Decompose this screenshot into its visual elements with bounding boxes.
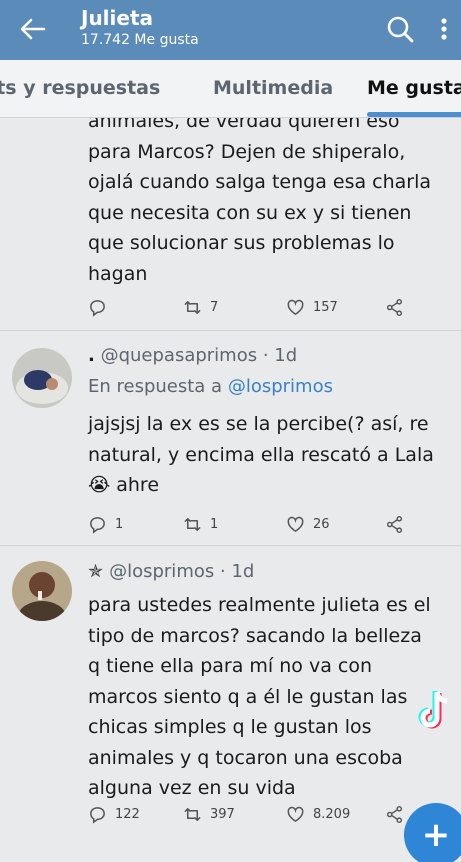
retweet-button[interactable]: 7 xyxy=(183,298,218,317)
heart-icon xyxy=(287,516,304,533)
tweet-text: jajsjsj la ex es se la percibe(? así, re… xyxy=(88,413,434,496)
like-button[interactable]: 26 xyxy=(286,515,330,534)
reply-icon xyxy=(90,807,105,824)
compose-tweet-button[interactable]: + xyxy=(404,803,461,862)
reply-icon xyxy=(90,517,105,534)
tweet-actions: 1 1 26 xyxy=(88,515,448,539)
tweet-text: animales, de verdad quieren eso para Mar… xyxy=(88,118,432,285)
tweet[interactable]: . @quepasaprimos · 1d En respuesta a @lo… xyxy=(0,332,461,546)
retweet-button[interactable]: 397 xyxy=(183,805,235,824)
tab-likes[interactable]: Me gusta xyxy=(367,77,461,99)
reply-icon xyxy=(90,300,105,317)
tab-multimedia[interactable]: Multimedia xyxy=(213,77,333,99)
feed[interactable]: animales, de verdad quieren eso para Mar… xyxy=(0,118,461,862)
reply-button[interactable]: 1 xyxy=(88,515,123,534)
profile-header: Julieta 17.742 Me gusta xyxy=(81,6,199,48)
retweet-icon xyxy=(184,301,201,314)
share-button[interactable] xyxy=(385,515,412,534)
mention-link[interactable]: @losprimos xyxy=(228,376,333,397)
like-button[interactable]: 8.209 xyxy=(286,805,350,824)
tweet[interactable]: animales, de verdad quieren eso para Mar… xyxy=(0,118,461,331)
active-tab-indicator xyxy=(367,112,461,117)
retweet-icon xyxy=(184,518,201,531)
profile-tabs: Tweets y respuestas Multimedia Me gusta xyxy=(0,60,461,118)
share-button[interactable] xyxy=(385,298,412,317)
tweet-handle[interactable]: @quepasaprimos xyxy=(101,345,258,366)
tiktok-logo-icon xyxy=(415,688,455,734)
reply-button[interactable] xyxy=(88,298,115,317)
top-bar: Julieta 17.742 Me gusta xyxy=(0,0,461,60)
tweet-time: 1d xyxy=(231,561,255,582)
more-options-icon[interactable] xyxy=(430,13,458,45)
tweet-header: ✯ @losprimos · 1d xyxy=(88,561,255,582)
pentagram-icon: ✯ xyxy=(88,561,104,582)
retweet-icon xyxy=(184,808,201,821)
reply-button[interactable]: 122 xyxy=(88,805,140,824)
tab-tweets-replies[interactable]: Tweets y respuestas xyxy=(0,77,160,99)
share-icon xyxy=(386,515,403,534)
back-arrow-icon[interactable] xyxy=(18,14,48,44)
reply-context: En respuesta a @losprimos xyxy=(88,376,333,397)
tweet-actions: 122 397 8.209 xyxy=(88,805,448,829)
avatar[interactable] xyxy=(12,561,72,621)
tweet-text: para ustedes realmente julieta es el tip… xyxy=(88,594,431,799)
heart-icon xyxy=(287,299,304,316)
tweet-time: 1d xyxy=(274,345,298,366)
share-icon xyxy=(386,298,403,317)
crying-emoji: 😭 xyxy=(88,474,111,496)
tweet-header: . @quepasaprimos · 1d xyxy=(88,345,298,366)
share-icon xyxy=(386,805,403,824)
heart-icon xyxy=(287,806,304,823)
profile-name: Julieta xyxy=(81,6,154,30)
search-icon[interactable] xyxy=(384,13,416,45)
tweet-actions: 7 157 xyxy=(88,298,448,322)
tweet-handle[interactable]: @losprimos xyxy=(109,561,214,582)
likes-count: 17.742 Me gusta xyxy=(81,32,199,48)
like-button[interactable]: 157 xyxy=(286,298,338,317)
avatar[interactable] xyxy=(12,348,72,408)
tweet[interactable]: ✯ @losprimos · 1d para ustedes realmente … xyxy=(0,547,461,862)
retweet-button[interactable]: 1 xyxy=(183,515,218,534)
